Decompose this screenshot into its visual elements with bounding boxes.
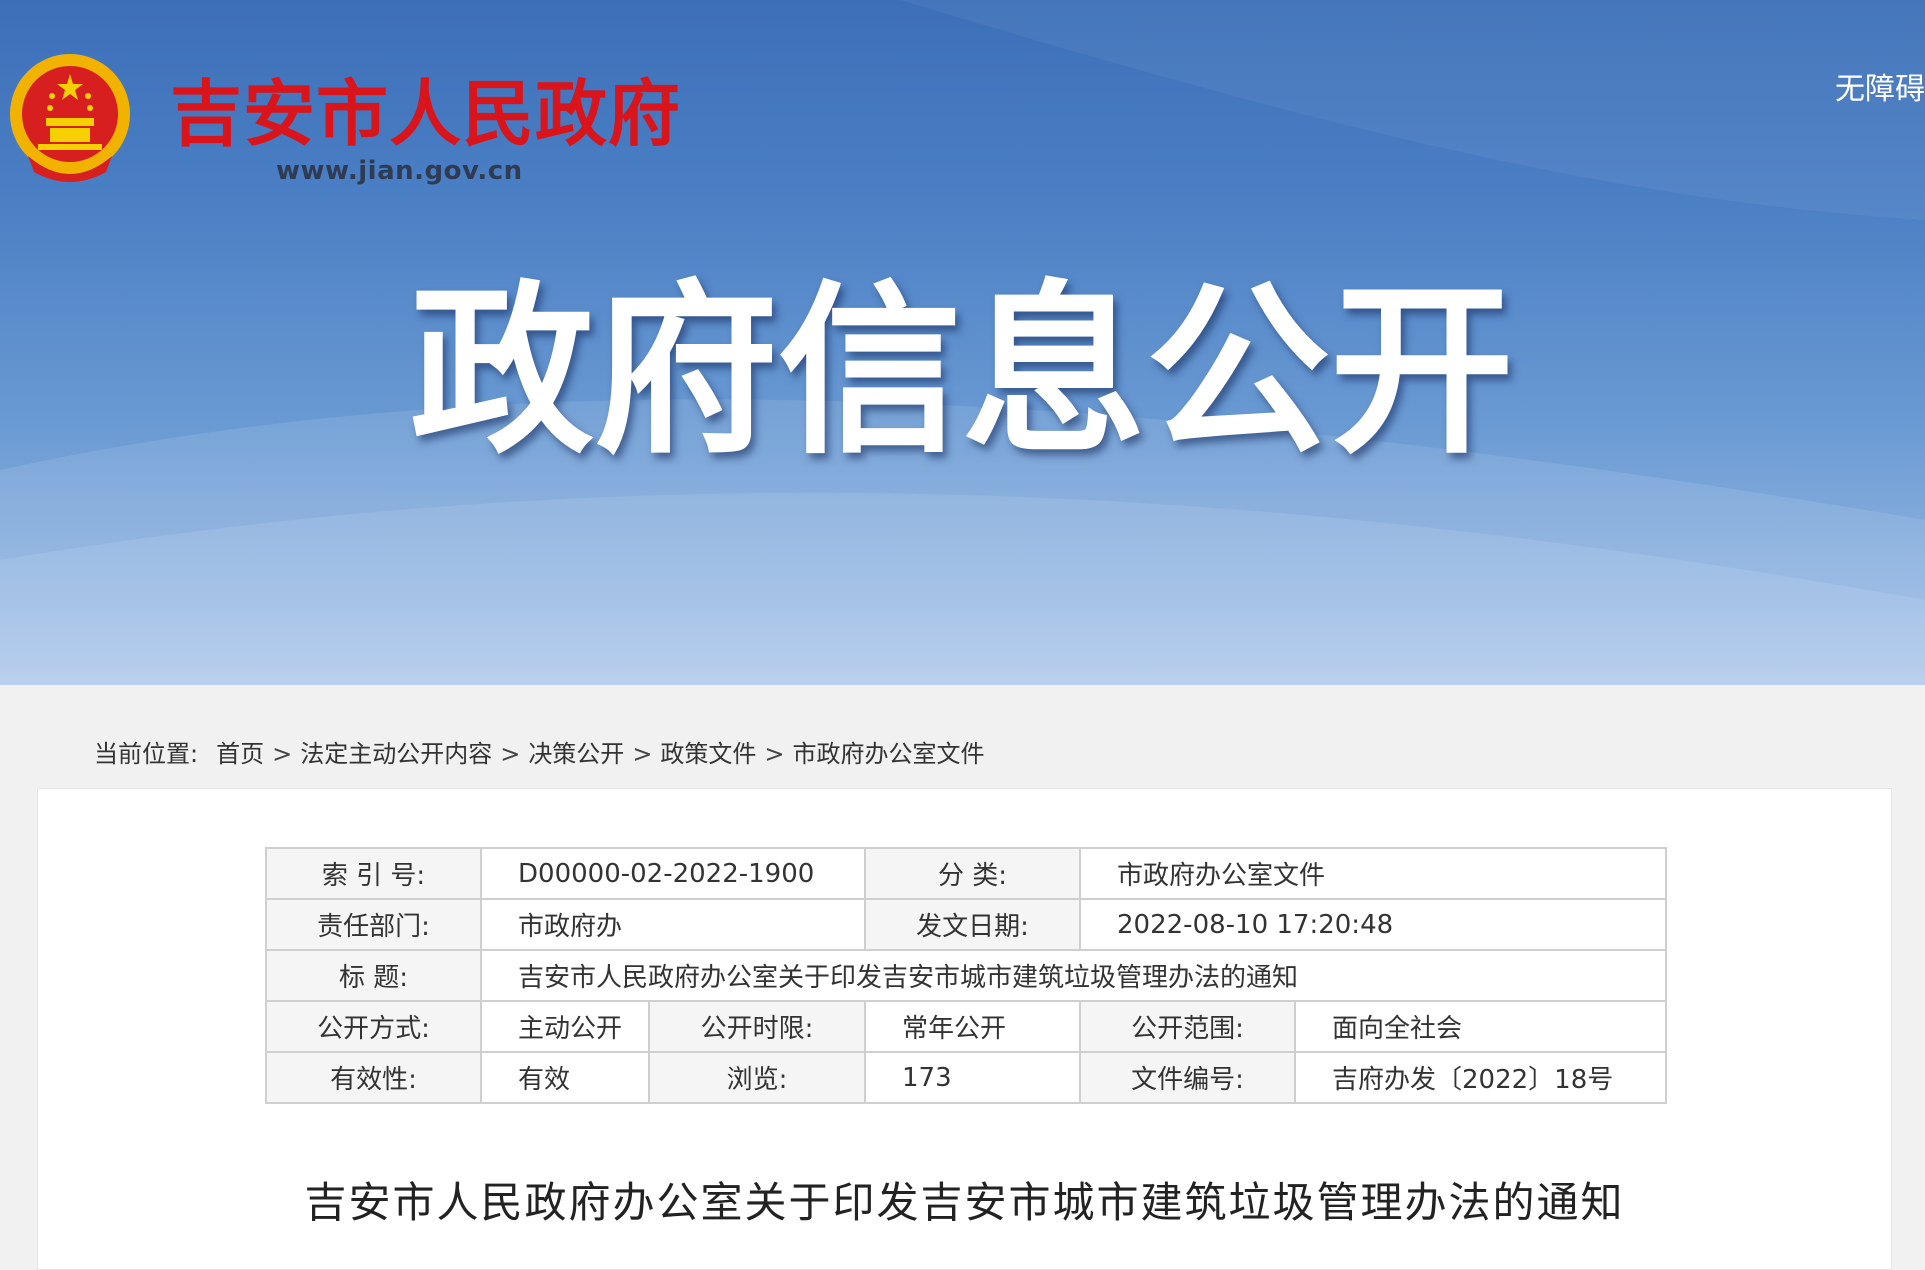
site-name: 吉安市人民政府	[170, 71, 682, 156]
hero-title: 政府信息公开	[410, 265, 1515, 479]
scope-value: 面向全社会	[1294, 1000, 1668, 1053]
dept-value: 市政府办	[479, 898, 867, 951]
breadcrumb: 当前位置: 首页 > 法定主动公开内容 > 决策公开 > 政策文件 > 市政府办公室文件	[94, 734, 985, 774]
table-row: 公开方式: 主动公开 公开时限: 常年公开 公开范围: 面向全社会	[265, 1000, 1668, 1053]
period-value: 常年公开	[864, 1000, 1082, 1053]
period-label: 公开时限:	[647, 1000, 867, 1053]
document-title: 吉安市人民政府办公室关于印发吉安市城市建筑垃圾管理办法的通知	[304, 1178, 1625, 1227]
index-no-label: 索 引 号:	[265, 847, 482, 900]
mode-value: 主动公开	[480, 1000, 650, 1053]
title-label: 标 题:	[265, 949, 482, 1002]
breadcrumb-separator: >	[500, 740, 521, 768]
breadcrumb-lead: 当前位置:	[94, 740, 199, 768]
validity-value: 有效	[480, 1051, 650, 1104]
breadcrumb-separator: >	[632, 740, 653, 768]
content-panel: 索 引 号: D00000-02-2022-1900 分 类: 市政府办公室文件…	[37, 788, 1892, 1270]
title-value: 吉安市人民政府办公室关于印发吉安市城市建筑垃圾管理办法的通知	[479, 949, 1668, 1002]
doc-no-label: 文件编号:	[1079, 1051, 1297, 1104]
views-value: 173	[864, 1051, 1082, 1104]
table-row: 责任部门: 市政府办 发文日期: 2022-08-10 17:20:48	[265, 898, 1668, 951]
views-label: 浏览:	[647, 1051, 867, 1104]
doc-no-value: 吉府办发〔2022〕18号	[1294, 1051, 1668, 1104]
mode-label: 公开方式:	[265, 1000, 482, 1053]
table-row: 标 题: 吉安市人民政府办公室关于印发吉安市城市建筑垃圾管理办法的通知	[265, 949, 1668, 1002]
category-label: 分 类:	[864, 847, 1082, 900]
breadcrumb-home-link[interactable]: 首页	[216, 740, 264, 768]
validity-label: 有效性:	[265, 1051, 482, 1104]
date-value: 2022-08-10 17:20:48	[1079, 898, 1668, 951]
breadcrumb-office-files-link[interactable]: 市政府办公室文件	[793, 740, 985, 768]
accessibility-button[interactable]: 无障碍	[1835, 64, 1925, 108]
scope-label: 公开范围:	[1079, 1000, 1297, 1053]
breadcrumb-decision-link[interactable]: 决策公开	[528, 740, 624, 768]
metadata-table: 索 引 号: D00000-02-2022-1900 分 类: 市政府办公室文件…	[265, 847, 1668, 1104]
breadcrumb-separator: >	[272, 740, 293, 768]
table-row: 有效性: 有效 浏览: 173 文件编号: 吉府办发〔2022〕18号	[265, 1051, 1668, 1104]
breadcrumb-policy-link[interactable]: 政策文件	[660, 740, 756, 768]
category-value: 市政府办公室文件	[1079, 847, 1668, 900]
index-no-value: D00000-02-2022-1900	[479, 847, 867, 900]
national-emblem-icon	[10, 54, 130, 182]
dept-label: 责任部门:	[265, 898, 482, 951]
date-label: 发文日期:	[864, 898, 1082, 951]
site-url: www.jian.gov.cn	[276, 156, 523, 186]
table-row: 索 引 号: D00000-02-2022-1900 分 类: 市政府办公室文件	[265, 847, 1668, 900]
breadcrumb-statutory-link[interactable]: 法定主动公开内容	[300, 740, 492, 768]
header-banner: 吉安市人民政府 www.jian.gov.cn 无障碍 政府信息公开	[0, 0, 1925, 685]
breadcrumb-separator: >	[764, 740, 785, 768]
